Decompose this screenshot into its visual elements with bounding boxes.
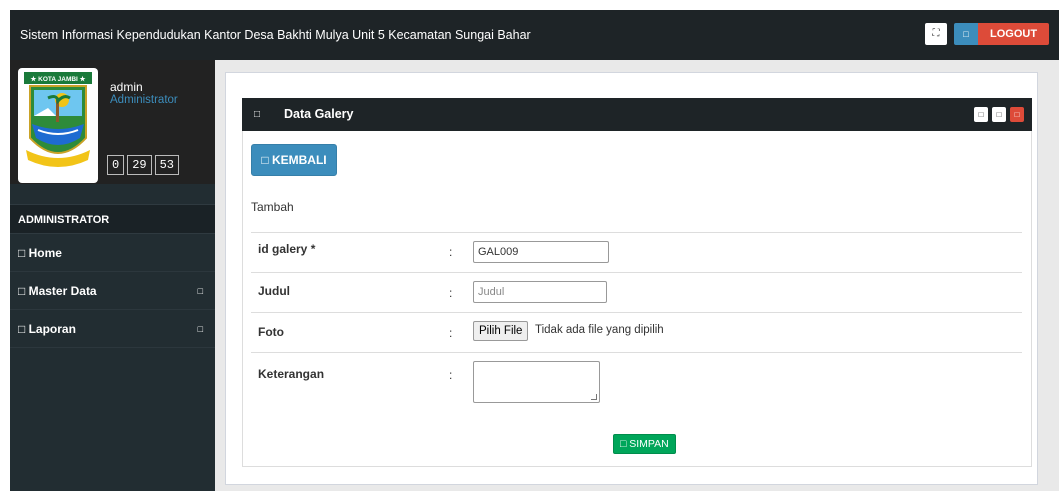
colon: : [449,286,453,300]
maximize-button[interactable]: □ [992,107,1006,122]
digital-clock: 0 29 53 [107,155,180,175]
gallery-icon: □ [254,109,261,120]
sidebar-item-home[interactable]: □ Home [10,234,215,272]
user-name: admin [110,80,143,94]
clock-seconds: 53 [154,155,180,175]
choose-file-button[interactable]: Pilih File [473,321,529,341]
clock-hours: 0 [107,155,125,175]
sidebar-item-label: □ Home [18,246,62,260]
file-status: Tidak ada file yang dipilih [535,324,664,336]
divider [251,232,1022,233]
sidebar-item-master-data[interactable]: □ Master Data □ [10,272,215,310]
judul-input[interactable] [473,281,607,303]
logout-button[interactable]: □ LOGOUT [954,23,1050,45]
divider [251,352,1022,353]
sidebar-item-label: □ Master Data [18,284,97,298]
keterangan-textarea[interactable] [473,361,600,403]
divider [251,272,1022,273]
form-subtitle: Tambah [251,200,294,214]
logout-icon: □ [954,23,978,45]
sidebar-item-label: □ Laporan [18,322,76,336]
user-panel: ★ KOTA JAMBI ★ admin Administrator 0 29 … [10,60,215,184]
box-tools: □ □ □ [974,107,1024,122]
keterangan-label: Keterangan [258,367,325,381]
user-role: Administrator [110,94,178,106]
app-title: Sistem Informasi Kependudukan Kantor Des… [20,28,531,42]
menu-section-header: ADMINISTRATOR [10,204,215,234]
box-header: □ Data Galery □ □ □ [242,98,1032,131]
colon: : [449,368,453,382]
divider [251,312,1022,313]
top-navbar: Sistem Informasi Kependudukan Kantor Des… [10,10,1059,60]
sidebar-item-laporan[interactable]: □ Laporan □ [10,310,215,348]
expand-icon: ⛶ [932,28,940,39]
box-title: Data Galery [284,107,354,121]
logout-label: LOGOUT [978,23,1050,45]
back-button[interactable]: □ KEMBALI [251,144,337,176]
clock-minutes: 29 [127,155,152,175]
chevron-left-icon: □ [197,286,203,296]
sidebar: ★ KOTA JAMBI ★ admin Administrator 0 29 … [10,60,215,491]
city-logo: ★ KOTA JAMBI ★ [18,68,98,183]
content-layer: □ Data Galery □ □ □ □ KEMBALI Tambah id … [215,60,1059,491]
resize-grip-icon[interactable] [591,394,597,400]
box-body [242,131,1032,467]
save-button[interactable]: □ SIMPAN [613,434,676,454]
colon: : [449,326,453,340]
foto-label: Foto [258,325,284,339]
collapse-button[interactable]: □ [974,107,988,122]
judul-label: Judul [258,284,290,298]
id-galery-input[interactable] [473,241,609,263]
chevron-left-icon: □ [197,324,203,334]
id-galery-label: id galery * [258,242,316,256]
logo-text: ★ KOTA JAMBI ★ [31,75,87,83]
colon: : [449,245,453,259]
fullscreen-button[interactable]: ⛶ [925,23,947,45]
remove-button[interactable]: □ [1010,107,1024,122]
